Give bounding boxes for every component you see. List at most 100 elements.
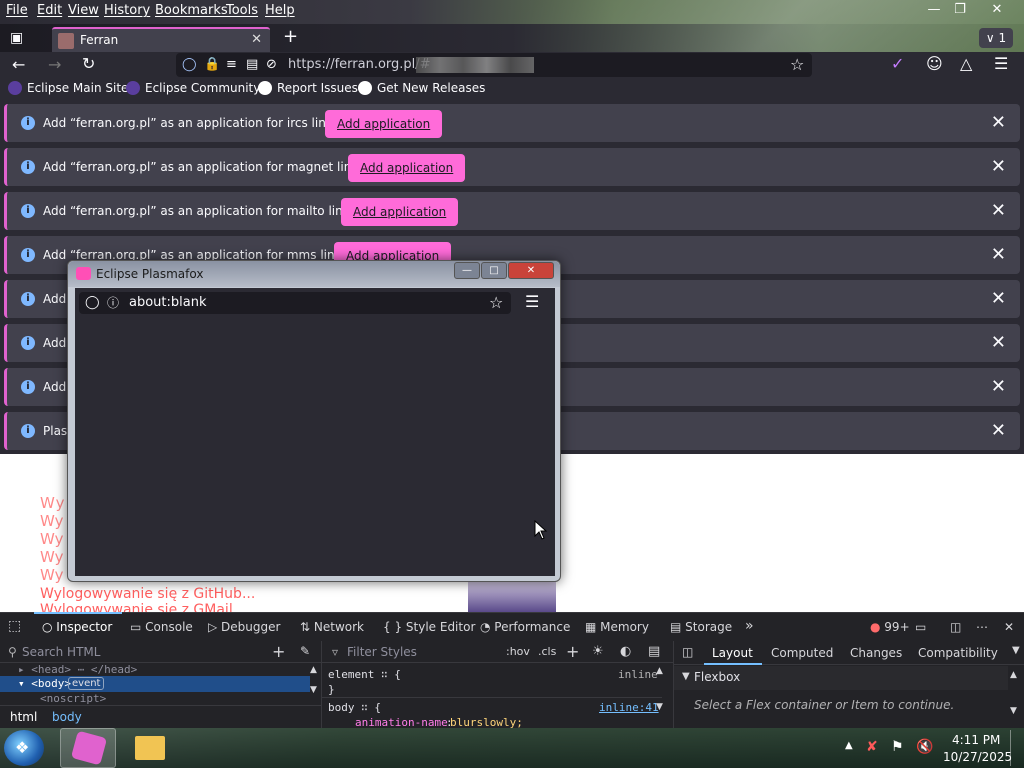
- tree-head[interactable]: ▸ <head> ⋯ </head>: [18, 663, 137, 676]
- close-icon[interactable]: ✕: [991, 156, 1006, 177]
- chevron-down-icon[interactable]: ▼: [1012, 645, 1020, 656]
- dark-theme-icon[interactable]: ◐: [620, 644, 631, 659]
- responsive-mode-icon[interactable]: ▭: [915, 620, 926, 634]
- shield-icon[interactable]: ◯: [182, 57, 197, 73]
- close-icon[interactable]: ✕: [991, 112, 1006, 133]
- close-icon[interactable]: ✕: [983, 0, 1011, 20]
- minimize-icon[interactable]: —: [454, 262, 480, 279]
- print-icon[interactable]: ▤: [648, 644, 660, 659]
- tree-body-selected[interactable]: ▾ <body> event: [0, 676, 310, 692]
- popup-titlebar[interactable]: Eclipse Plasmafox — □ ✕: [68, 261, 560, 287]
- maximize-icon[interactable]: □: [481, 262, 507, 279]
- more-options-icon[interactable]: ⋯: [976, 620, 988, 634]
- tab-compatibility[interactable]: Compatibility: [918, 646, 998, 660]
- bookmark-eclipse-main[interactable]: Eclipse Main Site: [8, 81, 128, 95]
- close-icon[interactable]: ✕: [508, 262, 554, 279]
- info-icon[interactable]: ⓘ: [107, 295, 119, 311]
- tracking-off-icon[interactable]: ⊘: [266, 57, 277, 73]
- close-icon[interactable]: ✕: [991, 332, 1006, 353]
- breadcrumb-body[interactable]: body: [52, 710, 82, 724]
- hov-toggle[interactable]: :hov: [506, 645, 530, 658]
- close-icon[interactable]: ✕: [991, 288, 1006, 309]
- menu-view[interactable]: View: [68, 3, 99, 18]
- tab-console[interactable]: ▭ Console: [130, 620, 193, 634]
- body-rule-selector[interactable]: body ∷ {: [328, 701, 381, 714]
- bookmark-star-icon[interactable]: ☆: [790, 57, 804, 73]
- tab-storage[interactable]: ▤ Storage: [670, 620, 732, 634]
- pick-element-icon[interactable]: ⬚: [8, 618, 21, 634]
- close-icon[interactable]: ✕: [991, 200, 1006, 221]
- eyedropper-icon[interactable]: ✎: [300, 644, 310, 658]
- event-badge[interactable]: event: [68, 677, 105, 690]
- tree-scrollbar[interactable]: ▲ ▼: [310, 665, 322, 701]
- tab-ferran[interactable]: Ferran ✕: [52, 27, 270, 53]
- menu-edit[interactable]: Edit: [37, 3, 62, 18]
- light-theme-icon[interactable]: ☀: [592, 644, 604, 659]
- tab-close-icon[interactable]: ✕: [251, 32, 262, 47]
- tree-noscript[interactable]: <noscript>: [40, 692, 106, 705]
- permissions-icon[interactable]: ≡: [226, 57, 237, 73]
- forward-icon[interactable]: →: [48, 57, 61, 73]
- close-icon[interactable]: ✕: [991, 376, 1006, 397]
- close-icon[interactable]: ✕: [991, 420, 1006, 441]
- minimize-icon[interactable]: —: [920, 0, 948, 20]
- taskbar-plasmafox[interactable]: [60, 728, 116, 768]
- tab-style-editor[interactable]: { } Style Editor: [383, 620, 475, 634]
- taskbar-explorer[interactable]: [130, 732, 170, 764]
- flexbox-section-header[interactable]: ▼ Flexbox: [674, 666, 1008, 690]
- hamburger-menu-icon[interactable]: ☰: [525, 294, 539, 310]
- tab-overview-icon[interactable]: ▣: [10, 30, 23, 46]
- menu-bookmarks[interactable]: Bookmarks: [155, 3, 228, 18]
- shield-icon[interactable]: ◯: [85, 295, 100, 311]
- dock-icon[interactable]: ◫: [950, 620, 961, 634]
- menu-history[interactable]: History: [104, 3, 150, 18]
- close-devtools-icon[interactable]: ✕: [1004, 620, 1014, 634]
- tab-list-button[interactable]: ∨ 1: [979, 28, 1013, 48]
- add-application-button[interactable]: Add application: [348, 154, 466, 182]
- menu-tools[interactable]: Tools: [226, 3, 258, 18]
- bookmark-eclipse-community[interactable]: Eclipse Community: [126, 81, 260, 95]
- rule-source-link[interactable]: inline:41: [599, 701, 659, 714]
- search-html-input[interactable]: Search HTML: [22, 645, 100, 659]
- tab-computed[interactable]: Computed: [771, 646, 833, 660]
- tab-network[interactable]: ⇅ Network: [300, 620, 364, 634]
- clock-time[interactable]: 4:11 PM: [952, 733, 1000, 747]
- volume-muted-icon[interactable]: 🔇: [916, 739, 933, 755]
- bookmark-star-icon[interactable]: ☆: [489, 295, 503, 311]
- tray-chevron-icon[interactable]: ▲: [845, 740, 853, 751]
- menu-help[interactable]: Help: [265, 3, 295, 18]
- tab-performance[interactable]: ◔ Performance: [480, 620, 570, 634]
- url-bar[interactable]: ◯ 🔒 ≡ ▤ ⊘ https://ferran.org.pl/# ☆: [176, 53, 812, 77]
- bookmark-get-new-releases[interactable]: Get New Releases: [358, 81, 485, 95]
- action-center-icon[interactable]: ⚑: [891, 739, 904, 755]
- extensions-icon[interactable]: △: [960, 56, 972, 72]
- layout-scrollbar[interactable]: ▲ ▼: [1010, 669, 1022, 725]
- add-application-button[interactable]: Add application: [325, 110, 443, 138]
- tab-inspector[interactable]: ○ Inspector: [42, 620, 112, 634]
- extension-check-icon[interactable]: ✓: [891, 56, 904, 72]
- breadcrumb-html[interactable]: html: [10, 710, 37, 724]
- add-application-button[interactable]: Add application: [341, 198, 459, 226]
- add-rule-icon[interactable]: +: [566, 642, 579, 661]
- translate-icon[interactable]: ▤: [246, 57, 258, 73]
- restore-icon[interactable]: ❐: [946, 0, 974, 20]
- cls-toggle[interactable]: .cls: [538, 645, 556, 658]
- account-icon[interactable]: ☺: [926, 56, 943, 72]
- new-tab-icon[interactable]: +: [283, 28, 298, 46]
- close-icon[interactable]: ✕: [991, 244, 1006, 265]
- tab-changes[interactable]: Changes: [850, 646, 902, 660]
- start-button[interactable]: ❖: [4, 730, 44, 766]
- rules-scrollbar[interactable]: ▲ ▼: [656, 665, 668, 725]
- back-icon[interactable]: ←: [12, 57, 25, 73]
- popup-url-bar[interactable]: ◯ ⓘ about:blank ☆: [79, 292, 511, 314]
- tab-layout[interactable]: Layout: [712, 646, 753, 660]
- sidebar-toggle-icon[interactable]: ◫: [682, 645, 693, 659]
- tab-debugger[interactable]: ▷ Debugger: [208, 620, 280, 634]
- error-badge[interactable]: ● 99+: [870, 620, 910, 634]
- hamburger-menu-icon[interactable]: ☰: [994, 56, 1008, 72]
- bookmark-report-issues[interactable]: Report Issues: [258, 81, 358, 95]
- filter-styles-input[interactable]: Filter Styles: [347, 645, 417, 659]
- add-node-icon[interactable]: +: [272, 642, 285, 661]
- more-tabs-icon[interactable]: »: [745, 618, 754, 634]
- tab-memory[interactable]: ▦ Memory: [585, 620, 649, 634]
